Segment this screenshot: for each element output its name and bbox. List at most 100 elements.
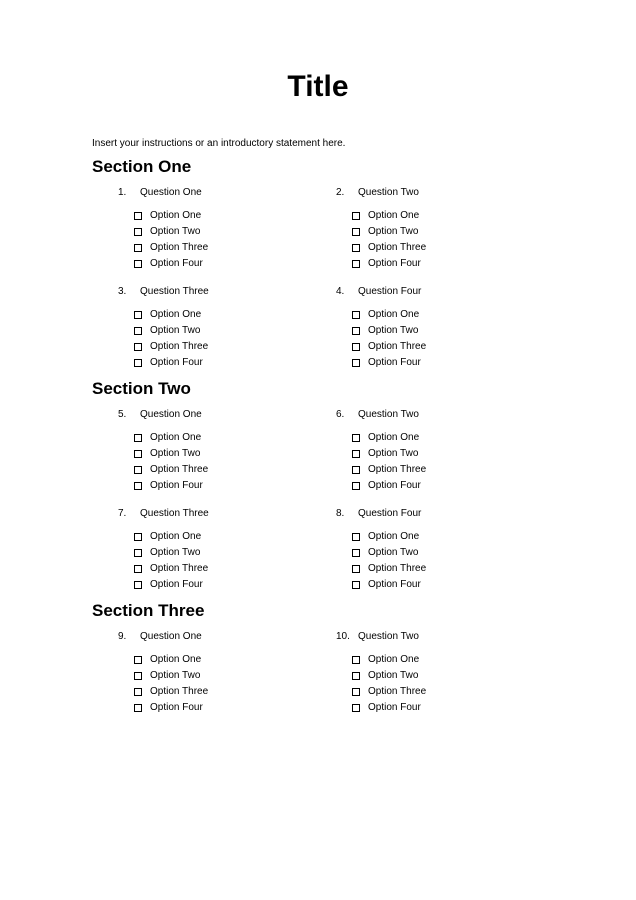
option-row: Option Two [134,226,326,237]
checkbox-icon[interactable] [134,466,142,474]
option-label: Option Two [368,547,418,558]
options-list: Option OneOption TwoOption ThreeOption F… [118,309,326,368]
question-label: Question Two [358,409,419,420]
option-label: Option Three [368,341,426,352]
questions-grid: 5.Question One Option One Option Two Option… [92,409,544,595]
checkbox-icon[interactable] [352,228,360,236]
question-number: 2. [336,187,358,198]
option-label: Option Two [150,448,200,459]
checkbox-icon[interactable] [352,704,360,712]
checkbox-icon[interactable] [352,688,360,696]
question-header: 2.Question Two [336,187,544,198]
option-row: Option Three [352,464,544,475]
checkbox-icon[interactable] [134,549,142,557]
checkbox-icon[interactable] [352,260,360,268]
option-label: Option One [150,309,201,320]
document-title: Title [92,70,544,104]
checkbox-icon[interactable] [352,434,360,442]
options-list: Option OneOption TwoOption ThreeOption F… [118,531,326,590]
option-row: Option Three [134,686,326,697]
question-block: 6.Question TwoOption OneOption TwoOption… [336,409,544,496]
sections-container: Section One1.Question OneOption OneOptio… [92,157,544,718]
checkbox-icon[interactable] [352,450,360,458]
question-label: Question Two [358,187,419,198]
checkbox-icon[interactable] [134,581,142,589]
option-row: Option Two [352,325,544,336]
checkbox-icon[interactable] [134,212,142,220]
question-block: 9.Question OneOption OneOption TwoOption… [118,631,326,718]
checkbox-icon[interactable] [352,212,360,220]
option-label: Option Four [368,480,421,491]
checkbox-icon[interactable] [352,581,360,589]
question-number: 8. [336,508,358,519]
option-row: Option Three [134,341,326,352]
checkbox-icon[interactable] [134,260,142,268]
question-number: 6. [336,409,358,420]
checkbox-icon[interactable] [134,688,142,696]
option-label: Option Four [150,258,203,269]
checkbox-icon[interactable] [134,311,142,319]
option-label: Option Four [368,357,421,368]
question-header: 10.Question Two [336,631,544,642]
checkbox-icon[interactable] [352,327,360,335]
option-row: Option One [134,531,326,542]
question-label: Question One [140,409,202,420]
option-label: Option Three [368,563,426,574]
checkbox-icon[interactable] [134,228,142,236]
checkbox-icon[interactable] [134,565,142,573]
question-label: Question Three [140,508,209,519]
question-header: 5.Question One [118,409,326,420]
checkbox-icon[interactable] [352,533,360,541]
question-block: 1.Question OneOption OneOption TwoOption… [118,187,326,274]
checkbox-icon[interactable] [134,656,142,664]
options-list: Option OneOption TwoOption ThreeOption F… [336,654,544,713]
checkbox-icon[interactable] [134,482,142,490]
section-heading: Section Two [92,379,544,399]
checkbox-icon[interactable] [134,343,142,351]
checkbox-icon[interactable] [134,434,142,442]
option-row: Option One [134,210,326,221]
checkbox-icon[interactable] [352,672,360,680]
options-list: Option One Option Two Option Three Option F… [118,210,326,269]
option-row: Option Three [352,341,544,352]
option-row: Option One [352,654,544,665]
checkbox-icon[interactable] [134,359,142,367]
option-row: Option Four [352,579,544,590]
checkbox-icon[interactable] [134,244,142,252]
checkbox-icon[interactable] [352,656,360,664]
checkbox-icon[interactable] [352,549,360,557]
option-row: Option Three [134,242,326,253]
checkbox-icon[interactable] [352,565,360,573]
checkbox-icon[interactable] [352,244,360,252]
checkbox-icon[interactable] [134,704,142,712]
question-block: 7.Question ThreeOption OneOption TwoOpti… [118,508,326,595]
question-number: 3. [118,286,140,297]
option-label: Option One [368,654,419,665]
option-row: Option Two [352,448,544,459]
checkbox-icon[interactable] [134,327,142,335]
option-label: Option Two [368,670,418,681]
option-row: Option One [352,210,544,221]
checkbox-icon[interactable] [134,450,142,458]
question-block: 5.Question OneOption OneOption TwoOption… [118,409,326,496]
option-label: Option Three [150,464,208,475]
checkbox-icon[interactable] [352,311,360,319]
option-label: Option Four [150,702,203,713]
option-row: Option Two [352,670,544,681]
question-block: 10.Question Two Option One Option Two Optio… [336,631,544,718]
question-block: 2.Question TwoOption OneOption TwoOption… [336,187,544,274]
option-label: Option One [368,309,419,320]
checkbox-icon[interactable] [352,466,360,474]
checkbox-icon[interactable] [352,482,360,490]
option-label: Option Two [150,325,200,336]
question-label: Question Two [358,631,419,642]
option-label: Option One [150,210,201,221]
checkbox-icon[interactable] [134,672,142,680]
checkbox-icon[interactable] [134,533,142,541]
options-list: Option OneOption TwoOption ThreeOption F… [336,531,544,590]
checkbox-icon[interactable] [352,343,360,351]
option-label: Option Three [150,563,208,574]
option-row: Option Two [134,547,326,558]
checkbox-icon[interactable] [352,359,360,367]
option-row: Option Four [352,702,544,713]
